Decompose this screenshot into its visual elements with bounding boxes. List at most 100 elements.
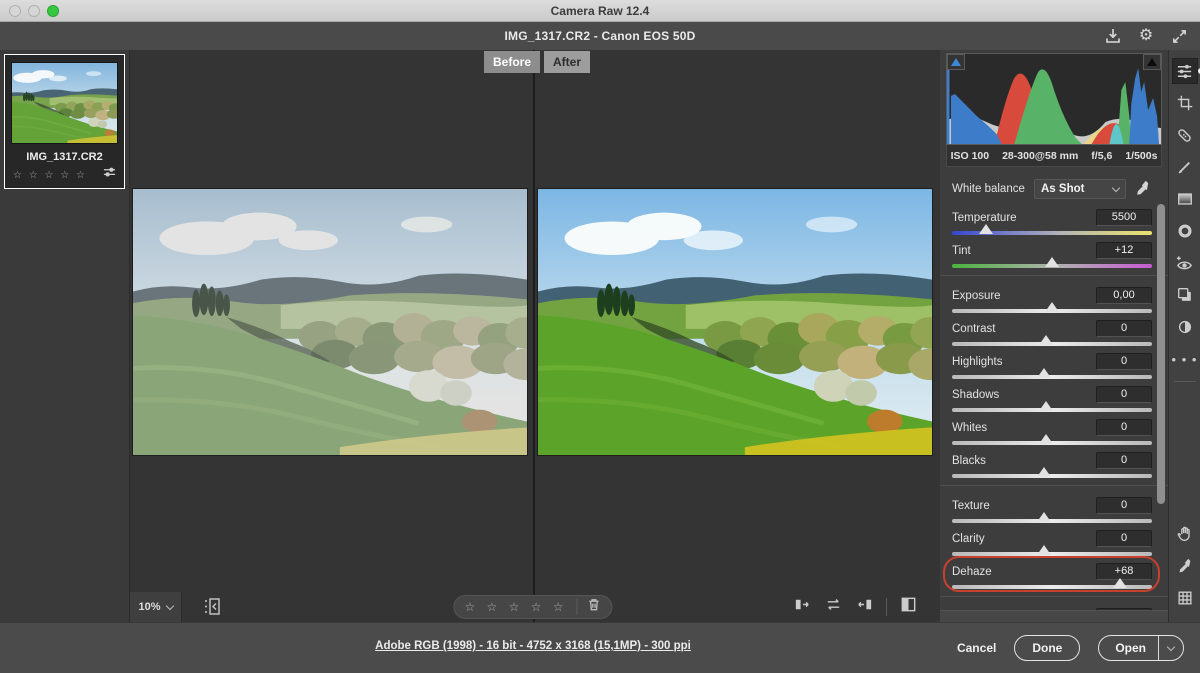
done-button[interactable]: Done <box>1014 635 1080 661</box>
window-title: Camera Raw 12.4 <box>551 4 650 18</box>
swap-before-after-icon[interactable] <box>824 595 843 619</box>
bottom-bar: Adobe RGB (1998) - 16 bit - 4752 x 3168 … <box>0 622 1200 673</box>
footer-buttons: Cancel Done Open <box>957 635 1184 661</box>
section-divider <box>940 596 1168 597</box>
after-image[interactable] <box>537 188 933 456</box>
panel-footer <box>940 610 1168 622</box>
rating-bar: ☆ ☆ ☆ ☆ ☆ <box>453 595 612 619</box>
exif-iso: ISO 100 <box>951 150 990 162</box>
chevron-down-icon <box>1112 183 1120 191</box>
save-image-icon[interactable] <box>1104 27 1122 45</box>
scrollbar-thumb[interactable] <box>1157 204 1165 504</box>
exposure-value[interactable]: 0,00 <box>1096 287 1152 304</box>
highlights-label: Highlights <box>952 356 1003 368</box>
preview-area: Before After 10% <box>130 50 940 622</box>
cancel-button[interactable]: Cancel <box>957 641 996 655</box>
clarity-slider-block: Clarity 0 <box>952 530 1152 556</box>
whites-slider[interactable] <box>952 441 1152 445</box>
zoom-window-button[interactable] <box>47 5 59 17</box>
highlights-slider-block: Highlights 0 <box>952 353 1152 379</box>
spot-removal-tool-icon[interactable] <box>1172 122 1198 148</box>
dehaze-value[interactable]: +68 <box>1096 563 1152 580</box>
whites-label: Whites <box>952 422 987 434</box>
thumbnail-star-rating[interactable]: ☆ ☆ ☆ ☆ ☆ <box>13 170 87 181</box>
shadow-clipping-indicator[interactable] <box>947 54 965 70</box>
whites-value[interactable]: 0 <box>1096 419 1152 436</box>
contrast-value[interactable]: 0 <box>1096 320 1152 337</box>
hand-tool-icon[interactable] <box>1172 521 1198 547</box>
highlights-value[interactable]: 0 <box>1096 353 1152 370</box>
basic-sliders: White balance As Shot Temperature 5500 <box>940 167 1168 667</box>
crop-tool-icon[interactable] <box>1172 90 1198 116</box>
panel-scrollbar[interactable] <box>1156 202 1166 600</box>
star-rating[interactable]: ☆ ☆ ☆ ☆ ☆ <box>464 601 567 613</box>
white-balance-select[interactable]: As Shot <box>1034 179 1126 199</box>
filmstrip-panel: IMG_1317.CR2 ☆ ☆ ☆ ☆ ☆ <box>0 50 130 622</box>
adjustments-tool-icon[interactable] <box>1172 58 1198 84</box>
tint-value[interactable]: +12 <box>1096 242 1152 259</box>
copy-settings-icon[interactable] <box>855 595 874 619</box>
shadows-value[interactable]: 0 <box>1096 386 1152 403</box>
toggle-filmstrip-icon[interactable] <box>202 597 222 617</box>
snapshots-tool-icon[interactable] <box>1172 282 1198 308</box>
shadows-slider[interactable] <box>952 408 1152 412</box>
highlights-slider[interactable] <box>952 375 1152 379</box>
contrast-label: Contrast <box>952 323 995 335</box>
tint-slider[interactable] <box>952 264 1152 268</box>
chevron-down-icon <box>165 601 173 609</box>
clarity-slider[interactable] <box>952 552 1152 556</box>
app-header: IMG_1317.CR2 - Canon EOS 50D ⚙ <box>0 22 1200 50</box>
graduated-filter-tool-icon[interactable] <box>1172 186 1198 212</box>
document-title: IMG_1317.CR2 - Canon EOS 50D <box>505 29 696 43</box>
white-balance-row: White balance As Shot <box>952 178 1152 200</box>
open-options-dropdown[interactable] <box>1159 647 1183 650</box>
before-after-tabs: Before After <box>484 51 590 73</box>
temperature-slider[interactable] <box>952 231 1152 235</box>
preferences-gear-icon[interactable]: ⚙ <box>1137 27 1155 45</box>
cycle-before-after-view-icon[interactable] <box>793 595 812 619</box>
open-button[interactable]: Open <box>1098 635 1184 661</box>
tab-after[interactable]: After <box>544 51 590 73</box>
adjustment-brush-tool-icon[interactable] <box>1172 154 1198 180</box>
temperature-value[interactable]: 5500 <box>1096 209 1152 226</box>
exif-info: ISO 100 28-300@58 mm f/5,6 1/500s <box>946 145 1162 167</box>
main-area: IMG_1317.CR2 ☆ ☆ ☆ ☆ ☆ Before After <box>0 50 1200 622</box>
exposure-label: Exposure <box>952 290 1001 302</box>
exif-shutter: 1/500s <box>1125 150 1157 162</box>
basic-panel: ISO 100 28-300@58 mm f/5,6 1/500s White … <box>940 50 1168 622</box>
camera-raw-window: Camera Raw 12.4 IMG_1317.CR2 - Canon EOS… <box>0 0 1200 673</box>
section-divider <box>940 275 1168 276</box>
before-image[interactable] <box>132 188 528 456</box>
color-sampler-tool-icon[interactable] <box>1172 553 1198 579</box>
fullscreen-expand-icon[interactable] <box>1170 27 1188 45</box>
radial-filter-tool-icon[interactable] <box>1172 218 1198 244</box>
mark-for-delete-icon[interactable] <box>587 597 602 617</box>
texture-slider[interactable] <box>952 519 1152 523</box>
white-balance-eyedropper-icon[interactable] <box>1134 180 1152 198</box>
texture-value[interactable]: 0 <box>1096 497 1152 514</box>
blacks-slider[interactable] <box>952 474 1152 478</box>
red-eye-tool-icon[interactable] <box>1172 250 1198 276</box>
grid-overlay-tool-icon[interactable] <box>1172 585 1198 611</box>
zoom-level-select[interactable]: 10% <box>130 592 182 622</box>
presets-tool-icon[interactable] <box>1172 314 1198 340</box>
dehaze-slider[interactable] <box>952 585 1152 589</box>
highlight-clipping-indicator[interactable] <box>1143 54 1161 70</box>
split-view-icon[interactable] <box>899 595 918 619</box>
minimize-window-button[interactable] <box>28 5 40 17</box>
tool-column: • • • <box>1168 50 1200 622</box>
blacks-value[interactable]: 0 <box>1096 452 1152 469</box>
contrast-slider[interactable] <box>952 342 1152 346</box>
texture-slider-block: Texture 0 <box>952 497 1152 523</box>
histogram <box>946 53 1162 145</box>
white-balance-value: As Shot <box>1041 183 1084 195</box>
workflow-options-link[interactable]: Adobe RGB (1998) - 16 bit - 4752 x 3168 … <box>375 640 691 652</box>
clarity-value[interactable]: 0 <box>1096 530 1152 547</box>
filmstrip-thumbnail[interactable]: IMG_1317.CR2 ☆ ☆ ☆ ☆ ☆ <box>4 54 125 189</box>
dehaze-label: Dehaze <box>952 566 992 578</box>
more-tools-icon[interactable]: • • • <box>1172 346 1198 372</box>
close-window-button[interactable] <box>9 5 21 17</box>
tab-before[interactable]: Before <box>484 51 540 73</box>
temperature-label: Temperature <box>952 212 1017 224</box>
exposure-slider[interactable] <box>952 309 1152 313</box>
